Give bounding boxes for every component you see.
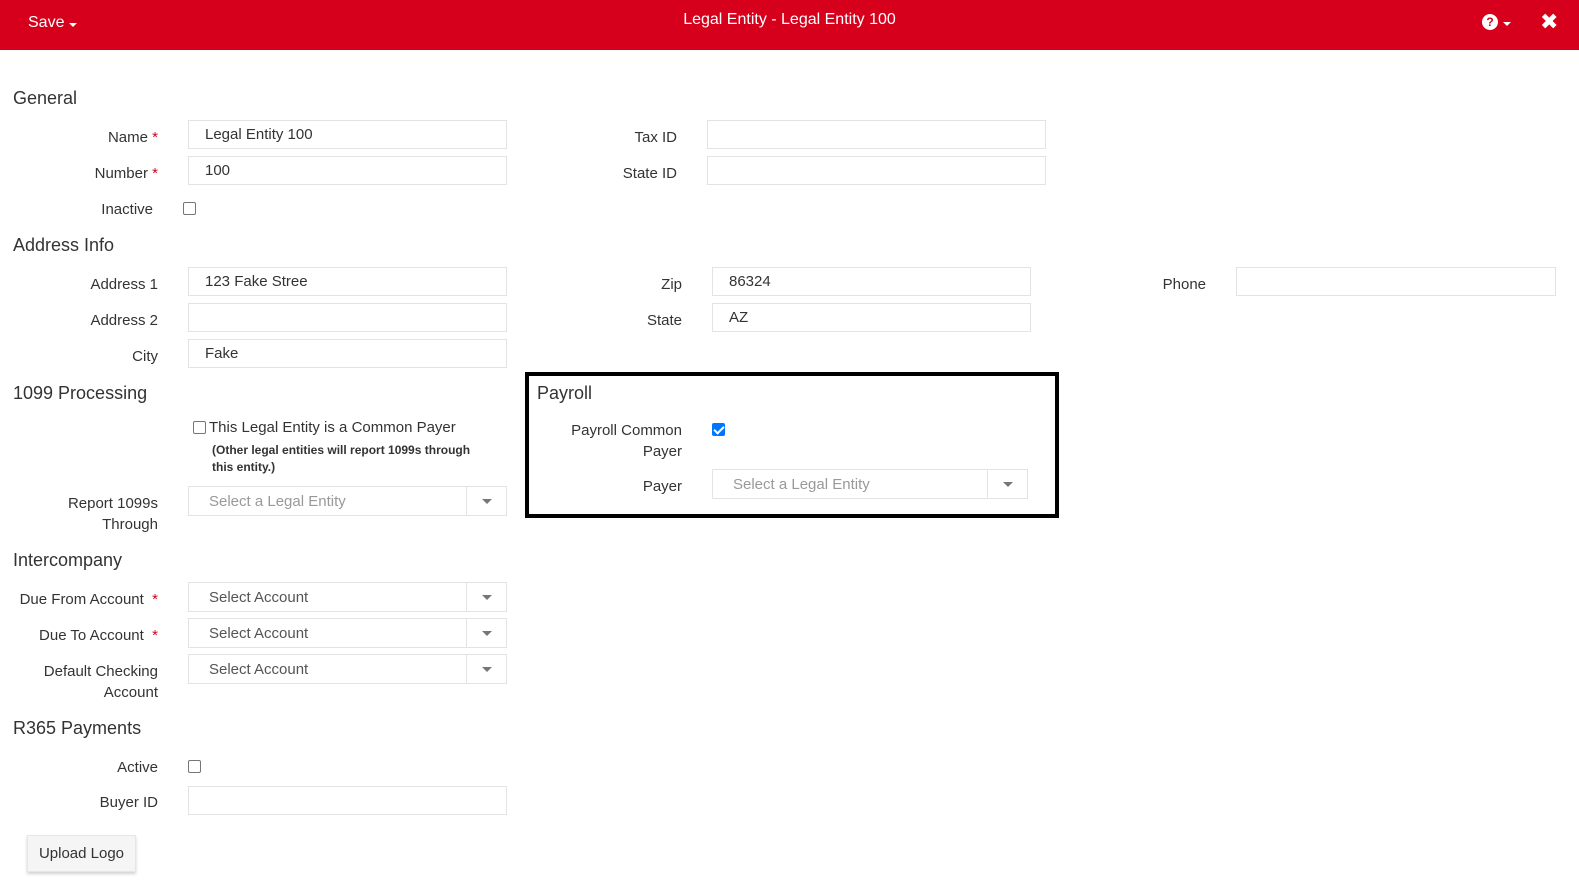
payer-placeholder: Select a Legal Entity (733, 476, 870, 493)
section-general-heading: General (13, 88, 78, 108)
due-from-select[interactable]: Select Account (188, 582, 507, 612)
section-intercompany-heading: Intercompany (13, 550, 123, 570)
state-id-label: State ID (622, 165, 677, 182)
phone-label: Phone (1162, 276, 1206, 293)
required-marker: * (152, 165, 158, 182)
address1-label: Address 1 (90, 276, 158, 293)
report-through-label: Report 1099s Through (67, 495, 158, 533)
tax-id-input[interactable] (707, 120, 1046, 149)
required-marker: * (152, 591, 158, 608)
chevron-down-icon[interactable] (466, 655, 506, 683)
page-title: Legal Entity - Legal Entity 100 (683, 11, 896, 28)
report-through-select[interactable]: Select a Legal Entity (188, 486, 507, 516)
question-circle-icon: ? (1482, 14, 1498, 30)
default-checking-label: Default Checking Account (43, 663, 158, 701)
due-to-value: Select Account (209, 625, 309, 642)
help-menu-button[interactable]: ? (1482, 14, 1511, 30)
common-payer-note: (Other legal entities will report 1099s … (212, 443, 471, 474)
number-label: Number * (40, 163, 158, 184)
section-address-heading: Address Info (13, 235, 115, 255)
name-label: Name * (40, 127, 158, 148)
caret-down-icon (1503, 21, 1511, 26)
state-input[interactable] (712, 303, 1031, 332)
tax-id-label: Tax ID (634, 129, 677, 146)
inactive-checkbox[interactable] (183, 202, 196, 215)
payroll-common-payer-label: Payroll Common Payer (571, 422, 682, 460)
buyer-id-label: Buyer ID (99, 794, 158, 811)
section-payments-heading: R365 Payments (13, 718, 142, 738)
address1-input[interactable] (188, 267, 507, 296)
default-checking-select[interactable]: Select Account (188, 654, 507, 684)
top-bar: Save Legal Entity - Legal Entity 100 ? ✖ (0, 0, 1579, 50)
due-from-value: Select Account (209, 589, 309, 606)
buyer-id-input[interactable] (188, 786, 507, 815)
active-checkbox[interactable] (188, 760, 201, 773)
section-1099-heading: 1099 Processing (13, 383, 148, 403)
number-input[interactable] (188, 156, 507, 185)
section-payroll-heading: Payroll (537, 383, 593, 403)
payer-label: Payer (642, 478, 682, 495)
upload-logo-button[interactable]: Upload Logo (27, 835, 136, 872)
due-to-label: Due To Account * (5, 625, 158, 646)
required-marker: * (152, 129, 158, 146)
chevron-down-icon[interactable] (466, 487, 506, 515)
close-icon[interactable]: ✖ (1540, 10, 1558, 34)
zip-label: Zip (661, 276, 682, 293)
phone-input[interactable] (1236, 267, 1556, 296)
payroll-common-payer-checkbox[interactable] (712, 423, 725, 436)
state-id-input[interactable] (707, 156, 1046, 185)
name-label-text: Name (107, 129, 148, 146)
payer-select[interactable]: Select a Legal Entity (712, 469, 1028, 499)
due-from-label-text: Due From Account (19, 591, 144, 608)
chevron-down-icon[interactable] (466, 619, 506, 647)
city-label: City (132, 348, 158, 365)
common-payer-checkbox[interactable] (193, 421, 206, 434)
due-to-label-text: Due To Account (39, 627, 144, 644)
inactive-label: Inactive (101, 201, 153, 218)
city-input[interactable] (188, 339, 507, 368)
due-from-label: Due From Account * (5, 589, 158, 610)
common-payer-label: This Legal Entity is a Common Payer (209, 419, 456, 436)
due-to-select[interactable]: Select Account (188, 618, 507, 648)
active-label: Active (117, 759, 158, 776)
name-input[interactable] (188, 120, 507, 149)
address2-label: Address 2 (90, 312, 158, 329)
default-checking-value: Select Account (209, 661, 309, 678)
report-through-placeholder: Select a Legal Entity (209, 493, 346, 510)
state-label: State (646, 312, 682, 329)
required-marker: * (152, 627, 158, 644)
number-label-text: Number (94, 165, 148, 182)
address2-input[interactable] (188, 303, 507, 332)
zip-input[interactable] (712, 267, 1031, 296)
chevron-down-icon[interactable] (987, 470, 1027, 498)
chevron-down-icon[interactable] (466, 583, 506, 611)
